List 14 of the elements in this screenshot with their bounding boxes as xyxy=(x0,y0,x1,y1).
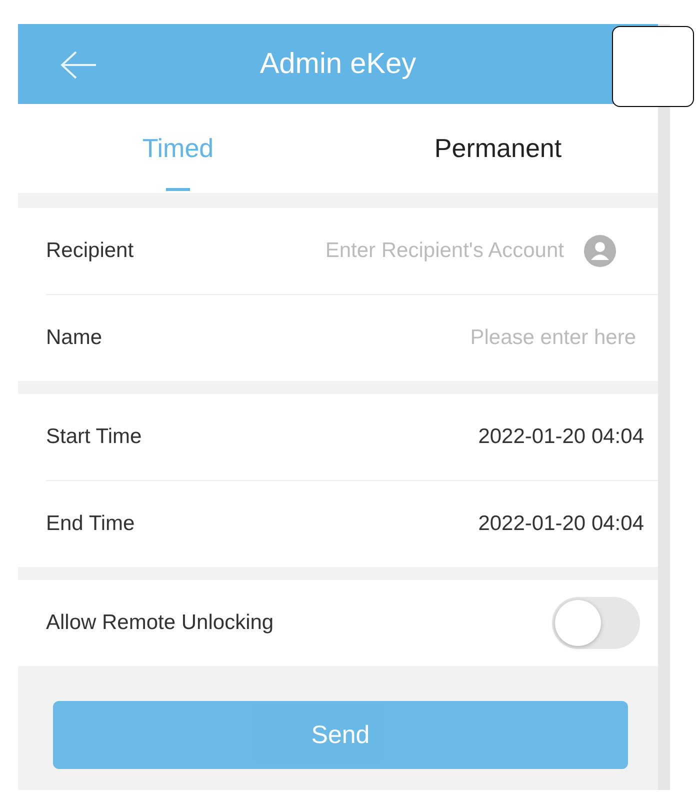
input-field[interactable]: Enter Recipient's Account xyxy=(146,239,572,263)
person-icon[interactable] xyxy=(584,235,616,267)
input-field[interactable]: Please enter here xyxy=(114,326,644,350)
field-label: Allow Remote Unlocking xyxy=(46,611,274,635)
field-label: End Time xyxy=(46,512,135,536)
back-arrow-icon[interactable] xyxy=(58,50,98,80)
screen-title: Admin eKey xyxy=(260,48,416,80)
time-value[interactable]: 2022-01-20 04:04 xyxy=(478,425,644,449)
time-value[interactable]: 2022-01-20 04:04 xyxy=(478,512,644,536)
tab[interactable]: Permanent xyxy=(338,104,658,193)
toggle-switch[interactable] xyxy=(552,597,640,649)
field-label: Name xyxy=(46,326,102,350)
field-label: Recipient xyxy=(46,239,134,263)
field-label: Start Time xyxy=(46,425,142,449)
